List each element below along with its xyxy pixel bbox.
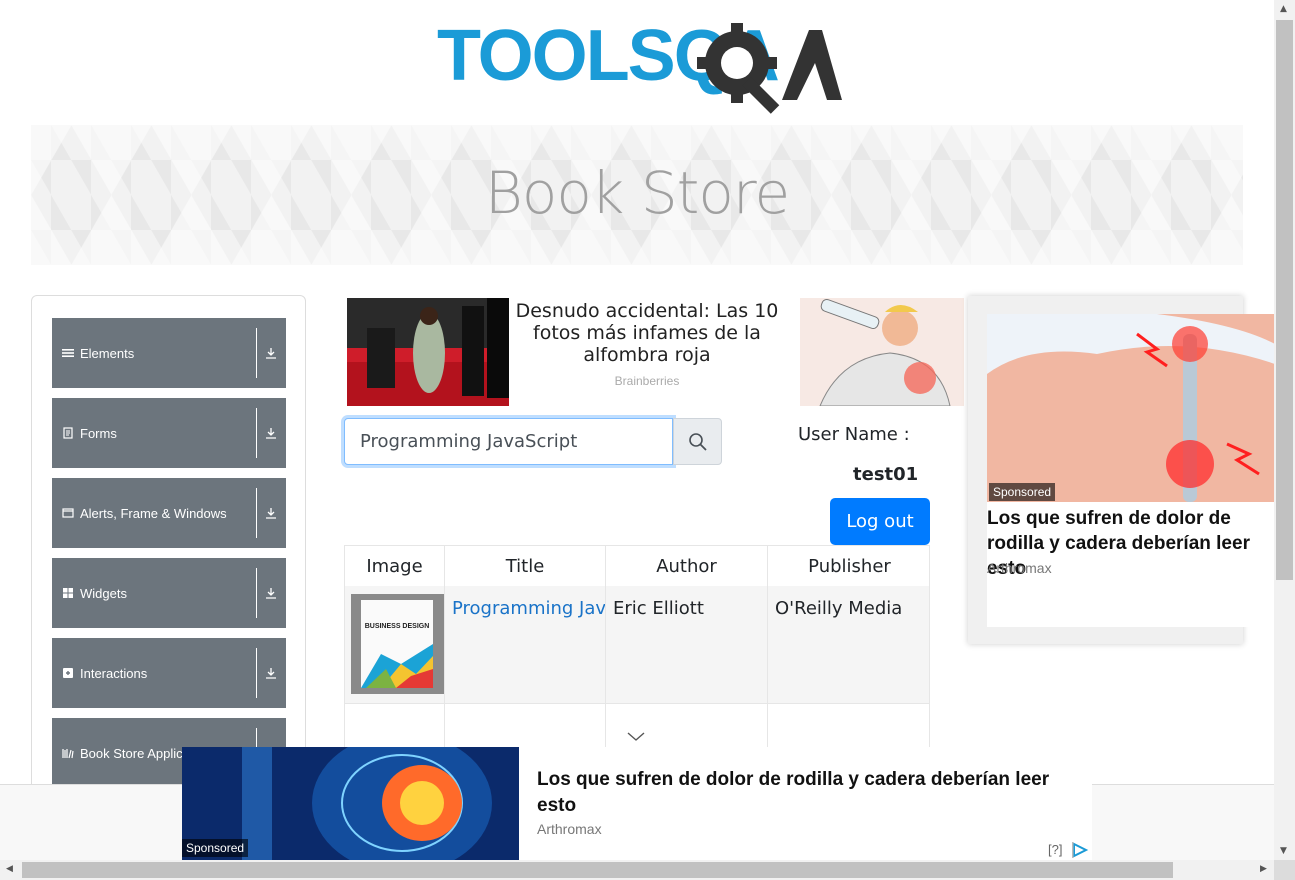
sidebar-item-elements[interactable]: Elements [52, 318, 286, 388]
table-row: BUSINESS DESIGN Programming JavaScript A… [345, 586, 929, 704]
scroll-left-icon[interactable]: ◀ [6, 864, 13, 874]
form-icon [63, 427, 73, 439]
window-icon [62, 508, 74, 518]
ad-bottom[interactable]: Sponsored Los que sufren de dolor de rod… [182, 747, 1092, 860]
ad-source: Arthromax [987, 560, 1052, 576]
divider [256, 328, 257, 378]
download-icon [266, 508, 276, 519]
ad-image-red-carpet[interactable] [347, 298, 509, 406]
download-icon [266, 588, 276, 599]
search-button[interactable] [673, 418, 722, 465]
widgets-icon [63, 588, 73, 598]
column-header-title[interactable]: Title [445, 546, 606, 586]
search-icon [688, 432, 707, 451]
vertical-scrollbar[interactable]: ▲ ▼ [1274, 0, 1295, 860]
divider [256, 408, 257, 458]
username-label: User Name : [798, 424, 910, 445]
sidebar-item-widgets[interactable]: Widgets [52, 558, 286, 628]
ad-headline[interactable]: Desnudo accidental: Las 10 fotos más inf… [511, 300, 783, 366]
horizontal-scroll-thumb[interactable] [22, 862, 1173, 878]
ad-source: Arthromax [537, 821, 602, 837]
ad-headline[interactable]: Los que sufren de dolor de rodilla y cad… [537, 767, 1087, 819]
sidebar-item-label: Alerts, Frame & Windows [80, 505, 227, 521]
sidebar-item-label: Forms [80, 425, 117, 441]
book-title-cell: Programming JavaScript Applications [445, 586, 606, 703]
books-table: Image Title Author Publisher BUSINESS DE… [344, 545, 930, 755]
sponsored-badge: Sponsored [989, 483, 1056, 501]
sidebar-item-label: Elements [80, 345, 135, 361]
sidebar-item-label: Book Store Applica [80, 745, 190, 761]
download-icon [266, 428, 276, 439]
books-icon [62, 749, 74, 759]
chevron-down-icon[interactable] [627, 732, 645, 742]
page: TOOLSQA Book Store Elements Forms Alerts… [0, 0, 1295, 880]
list-icon [62, 349, 74, 357]
book-author-cell: Eric Elliott [606, 586, 768, 703]
sidebar-item-interactions[interactable]: Interactions [52, 638, 286, 708]
scroll-up-icon[interactable]: ▲ [1280, 4, 1287, 14]
book-publisher-cell: O'Reilly Media [775, 598, 903, 619]
column-header-publisher[interactable]: Publisher [768, 546, 929, 586]
page-banner: Book Store [31, 125, 1243, 265]
scrollbar-corner [1274, 860, 1295, 880]
divider [256, 648, 257, 698]
book-title-link[interactable]: Programming JavaScript Applications [452, 598, 605, 619]
sidebar: Elements Forms Alerts, Frame & Windows W… [31, 295, 306, 815]
book-cover-cell: BUSINESS DESIGN [345, 586, 445, 703]
vertical-scroll-thumb[interactable] [1276, 20, 1293, 580]
sidebar-item-alerts[interactable]: Alerts, Frame & Windows [52, 478, 286, 548]
adchoices-icon[interactable] [1072, 842, 1090, 858]
divider [256, 568, 257, 618]
divider [256, 488, 257, 538]
download-icon [266, 668, 276, 679]
sidebar-item-label: Interactions [80, 665, 148, 681]
interactions-icon [63, 668, 73, 678]
book-cover-image: BUSINESS DESIGN [351, 594, 444, 694]
page-title: Book Store [484, 159, 790, 227]
horizontal-scrollbar[interactable]: ◀ ▶ [0, 860, 1274, 880]
sponsored-badge: Sponsored [182, 839, 249, 857]
table-header: Image Title Author Publisher [345, 546, 929, 586]
scroll-right-icon[interactable]: ▶ [1260, 864, 1267, 874]
sidebar-item-label: Widgets [80, 585, 127, 601]
logout-button[interactable]: Log out [830, 498, 930, 545]
username-value: test01 [853, 464, 919, 485]
ad-info-link[interactable]: [?] [1048, 842, 1062, 857]
column-header-author[interactable]: Author [606, 546, 768, 586]
column-header-image[interactable]: Image [345, 546, 445, 586]
scroll-down-icon[interactable]: ▼ [1280, 846, 1287, 856]
ad-image-back-pain [987, 314, 1275, 502]
ad-sidebar[interactable]: Sponsored Los que sufren de dolor de rod… [987, 314, 1275, 627]
ad-image-drinking-man[interactable] [800, 298, 964, 406]
book-cover-title: BUSINESS DESIGN [365, 623, 430, 630]
ad-source: Brainberries [614, 374, 680, 388]
download-icon [266, 348, 276, 359]
sidebar-item-forms[interactable]: Forms [52, 398, 286, 468]
search-input[interactable] [344, 418, 673, 465]
toolsqa-logo[interactable]: TOOLSQA [437, 18, 842, 114]
